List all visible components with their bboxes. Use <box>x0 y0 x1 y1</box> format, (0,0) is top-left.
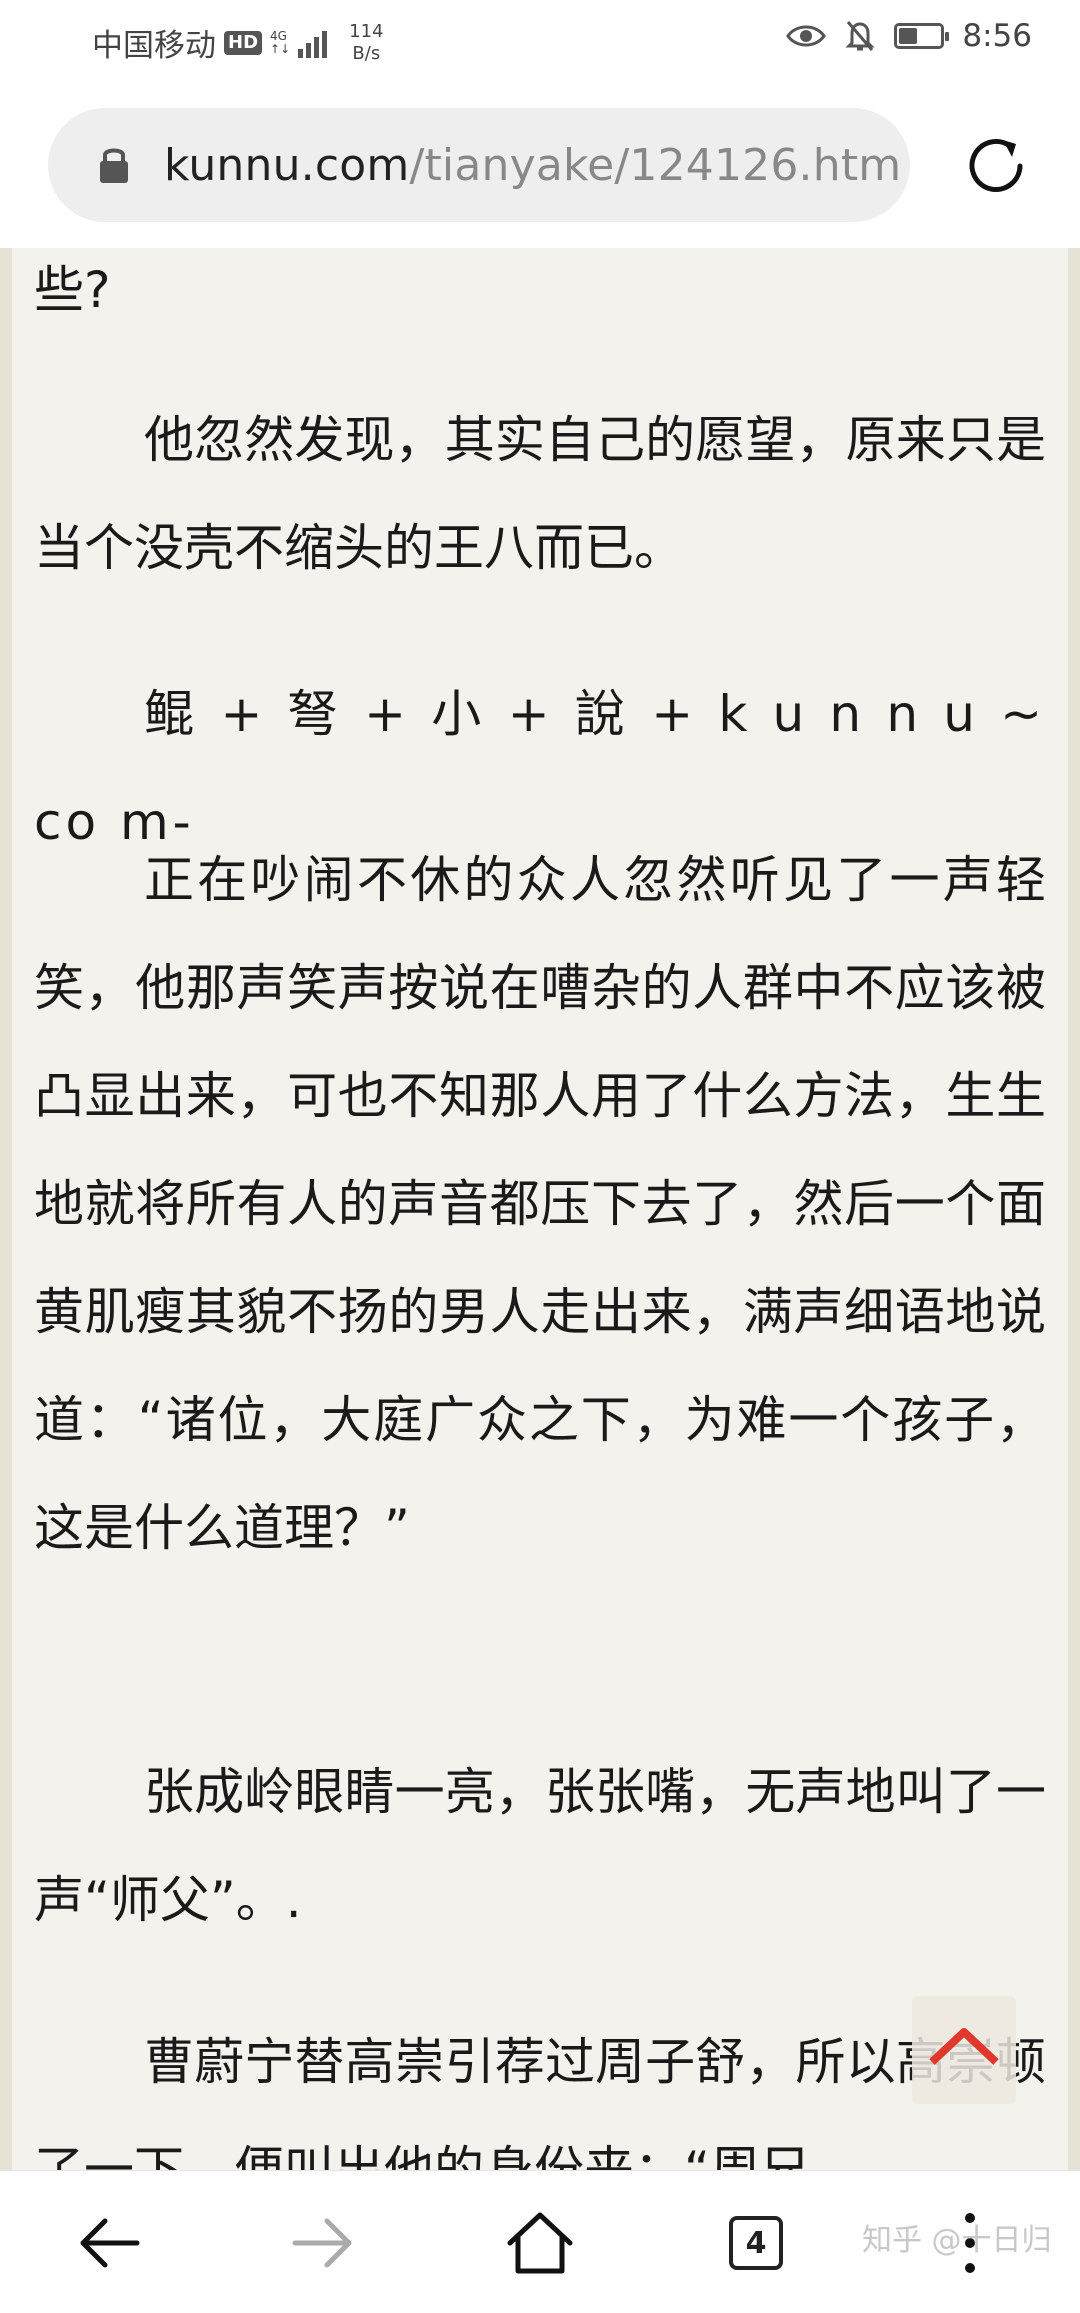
article-paragraph: 他忽然发现，其实自己的愿望，原来只是当个没壳不缩头的王八而已。 <box>34 411 1046 577</box>
url-text[interactable]: kunnu.com/tianyake/124126.htm <box>164 140 904 191</box>
tabs-button[interactable]: 4 <box>716 2203 796 2283</box>
forward-arrow-icon[interactable] <box>291 2213 357 2273</box>
tabs-icon[interactable]: 4 <box>729 2216 783 2270</box>
eye-icon <box>786 25 827 47</box>
network-type: 4G ↑↓ <box>270 28 291 56</box>
browser-address-bar: kunnu.com/tianyake/124126.htm <box>0 84 1080 248</box>
network-speed-value: 114 <box>349 20 384 42</box>
url-field[interactable]: kunnu.com/tianyake/124126.htm <box>48 108 910 222</box>
home-button[interactable] <box>500 2203 580 2283</box>
clock: 8:56 <box>962 18 1032 54</box>
signal-icon <box>298 28 328 58</box>
status-left: 中国移动 HD 4G ↑↓ 114 B/s <box>92 20 383 65</box>
hd-badge: HD <box>224 30 263 55</box>
network-speed: 114 B/s <box>349 21 383 65</box>
url-domain: kunnu.com <box>164 139 410 191</box>
network-type-label: 4G <box>270 28 287 43</box>
status-right: 8:56 <box>786 18 1032 54</box>
bell-off-icon <box>845 21 875 51</box>
article-paragraph: 正在吵闹不休的众人忽然听见了一声轻笑，他那声笑声按说在嘈杂的人群中不应该被凸显出… <box>34 851 1046 1557</box>
article-content: 些? 他忽然发现，其实自己的愿望，原来只是当个没壳不缩头的王八而已。 鲲 + 弩… <box>0 248 1080 2170</box>
article-paragraph: 曹蔚宁替高崇引荐过周子舒，所以高崇顿了一下，便叫出他的身份来：“周兄 <box>34 2033 1046 2170</box>
zhihu-watermark: 知乎 @十日归 <box>862 2223 1052 2258</box>
network-activity-arrows: ↑↓ <box>270 41 291 56</box>
back-button[interactable] <box>68 2203 148 2283</box>
forward-button[interactable] <box>284 2203 364 2283</box>
back-arrow-icon[interactable] <box>75 2213 141 2273</box>
home-icon[interactable] <box>504 2207 576 2279</box>
url-path: /tianyake/124126.htm <box>409 139 902 191</box>
lock-icon[interactable] <box>94 143 134 187</box>
battery-icon <box>894 23 950 49</box>
reload-icon[interactable] <box>958 128 1034 204</box>
chevron-up-icon[interactable] <box>912 1996 1016 2104</box>
article-paragraph: 张成岭眼睛一亮，张张嘴，无声地叫了一声“师父”。. <box>34 1763 1046 1929</box>
carrier-name: 中国移动 <box>92 28 216 64</box>
article-paragraph: 些? <box>34 261 111 319</box>
browser-bottom-nav: 4 知乎 @十日归 <box>0 2170 1080 2313</box>
back-to-top-button[interactable] <box>912 1996 1016 2104</box>
tab-count: 4 <box>745 2225 767 2261</box>
status-bar: 中国移动 HD 4G ↑↓ 114 B/s 8:56 <box>0 0 1080 84</box>
network-speed-unit: B/s <box>352 42 381 64</box>
battery-level-fill <box>899 28 918 44</box>
